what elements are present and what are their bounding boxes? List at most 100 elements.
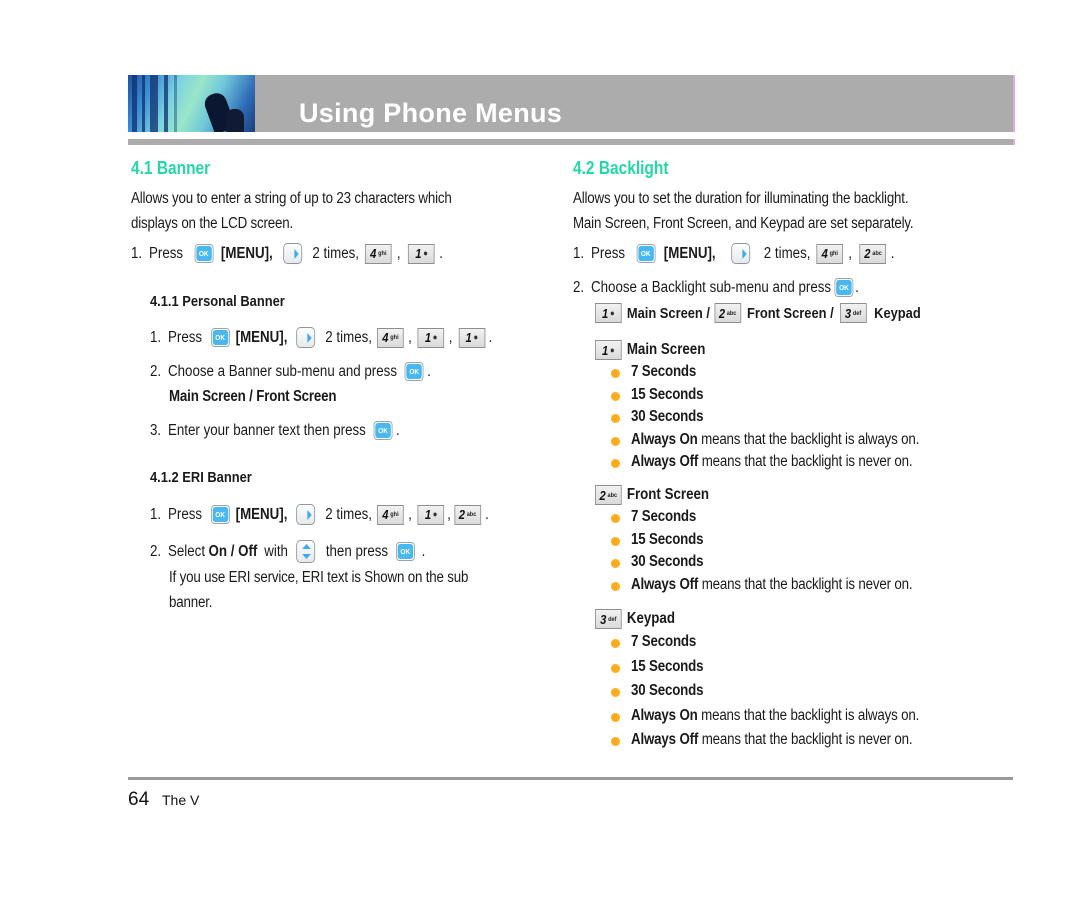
- header-accent: [1013, 75, 1015, 132]
- step-text: Press: [168, 328, 203, 346]
- key-2-icon: 2 abc: [454, 504, 481, 525]
- step-text: Press: [149, 244, 184, 262]
- list-item: 30 Seconds: [631, 553, 704, 571]
- subsection-title-eri-banner: 4.1.2 ERI Banner: [150, 469, 252, 486]
- option-name: Always Off: [631, 453, 699, 470]
- backlight-intro-line1: Allows you to set the duration for illum…: [573, 190, 909, 207]
- option-name: 15 Seconds: [631, 385, 704, 403]
- key-4-icon: 4 ghi: [377, 504, 404, 525]
- ok-key-icon: OK: [404, 362, 424, 381]
- key-1-icon: 1 ●: [408, 243, 435, 264]
- step-text: Press: [168, 505, 203, 523]
- bullet-icon: [611, 459, 620, 468]
- period: .: [855, 278, 859, 296]
- step-number: 1.: [131, 244, 143, 262]
- menu-label: [MENU],: [663, 244, 716, 262]
- times-text: 2 times,: [312, 244, 359, 262]
- backlight-step-2: 2. Choose a Backlight sub-menu and press…: [573, 278, 859, 297]
- ok-key-icon: OK: [210, 505, 230, 524]
- page-title: Using Phone Menus: [299, 98, 563, 128]
- banner-step-1: 1. Press OK [MENU], 2 times, 4 ghi , 1 ● .: [131, 243, 443, 264]
- separator: ,: [396, 244, 401, 262]
- list-item: Always On means that the backlight is al…: [631, 707, 919, 725]
- on-off-options: On / Off: [208, 542, 258, 560]
- ok-key-icon: OK: [834, 278, 854, 297]
- period: .: [439, 244, 443, 262]
- group-title: Front Screen: [626, 486, 710, 503]
- step-text: Choose a Backlight sub-menu and press: [591, 278, 832, 296]
- bullet-icon: [611, 581, 620, 591]
- option-name: 7 Seconds: [631, 633, 697, 650]
- footer-divider: [128, 777, 1013, 780]
- option-description: means that the backlight is always on.: [697, 430, 920, 448]
- option-front-screen: Front Screen /: [746, 304, 834, 322]
- bullet-icon: [611, 369, 620, 378]
- option-name: 7 Seconds: [631, 363, 697, 380]
- list-item: 15 Seconds: [631, 657, 704, 676]
- eri-banner-step-1: 1. Press OK [MENU], 2 times, 4 ghi , 1 ● ,…: [150, 504, 489, 525]
- option-description: means that the backlight is never on.: [698, 731, 913, 748]
- list-item: Always Off means that the backlight is n…: [631, 453, 913, 471]
- nav-right-key-icon: [731, 243, 751, 264]
- key-2-icon: 2 abc: [714, 303, 741, 323]
- separator: ,: [448, 328, 453, 346]
- main-screen-heading: 1 ● Main Screen: [595, 340, 705, 360]
- option-description: means that the backlight is never on.: [698, 575, 913, 593]
- list-item: 30 Seconds: [631, 408, 704, 426]
- key-2-icon: 2 abc: [595, 485, 622, 505]
- key-3-icon: 3 def: [839, 303, 867, 323]
- option-name: 7 Seconds: [631, 508, 697, 525]
- bullet-icon: [611, 514, 620, 523]
- list-item: 30 Seconds: [631, 682, 704, 700]
- step-number: 2.: [150, 542, 162, 560]
- banner-intro-line2: displays on the LCD screen.: [131, 215, 294, 232]
- key-1-icon: 1 ●: [595, 340, 622, 360]
- separator: ,: [408, 328, 412, 346]
- option-name: Always Off: [631, 575, 699, 593]
- keypad-heading: 3 def Keypad: [595, 609, 675, 629]
- option-name: 30 Seconds: [631, 553, 704, 570]
- step-number: 1.: [573, 244, 585, 262]
- ok-key-icon: OK: [373, 421, 393, 440]
- backlight-intro-line2: Main Screen, Front Screen, and Keypad ar…: [573, 215, 914, 232]
- step-number: 2.: [150, 362, 162, 380]
- list-item: 7 Seconds: [631, 633, 696, 651]
- eri-banner-step-2: 2. Select On / Off with then press OK .: [150, 540, 425, 563]
- eri-note-line1: If you use ERI service, ERI text is Show…: [169, 569, 469, 586]
- separator: ,: [408, 505, 412, 523]
- step-number: 1.: [150, 505, 162, 523]
- separator: ,: [447, 505, 451, 523]
- list-item: Always Off means that the backlight is n…: [631, 575, 913, 594]
- personal-banner-options: Main Screen / Front Screen: [169, 388, 337, 405]
- header-divider-accent: [1013, 139, 1015, 145]
- ok-key-icon: OK: [636, 244, 656, 263]
- backlight-submenu-options: 1 ● Main Screen / 2 abc Front Screen / 3 de…: [595, 303, 921, 323]
- key-1-icon: 1 ●: [417, 327, 445, 348]
- option-name: 15 Seconds: [631, 657, 704, 675]
- period: .: [488, 328, 493, 346]
- step-text: with: [264, 542, 288, 560]
- times-text: 2 times,: [763, 244, 811, 262]
- product-name: The V: [162, 792, 200, 808]
- step-number: 1.: [150, 328, 162, 346]
- nav-right-key-icon: [296, 327, 315, 348]
- key-3-icon: 3 def: [595, 609, 622, 629]
- option-name: Always On: [631, 430, 698, 448]
- section-title-banner: 4.1 Banner: [131, 158, 211, 178]
- list-item: Always Off means that the backlight is n…: [631, 731, 913, 749]
- list-item: 7 Seconds: [631, 508, 696, 526]
- bullet-icon: [611, 559, 620, 568]
- step-number: 3.: [150, 421, 162, 439]
- nav-right-key-icon: [283, 243, 303, 264]
- option-description: means that the backlight is never on.: [698, 453, 913, 470]
- nav-right-key-icon: [296, 504, 315, 525]
- menu-label: [MENU],: [220, 244, 273, 262]
- list-item: Always On means that the backlight is al…: [631, 431, 919, 449]
- list-item: 15 Seconds: [631, 531, 704, 549]
- bullet-icon: [611, 414, 620, 423]
- personal-banner-step-2: 2. Choose a Banner sub-menu and press OK…: [150, 362, 431, 381]
- key-1-icon: 1 ●: [458, 327, 486, 348]
- period: .: [395, 421, 400, 439]
- bullet-icon: [611, 737, 620, 746]
- menu-label: [MENU],: [235, 505, 288, 523]
